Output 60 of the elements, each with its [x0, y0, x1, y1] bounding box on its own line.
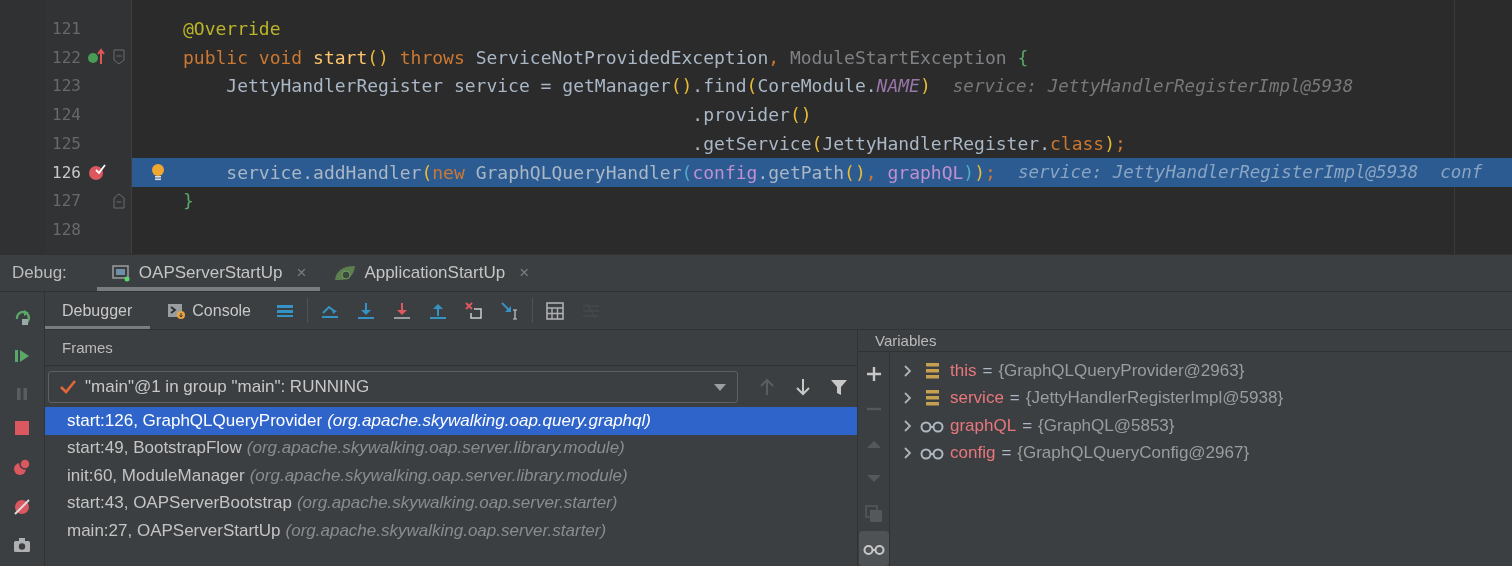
inline-value-hint: service: JettyHandlerRegisterImpl@5938 [1017, 162, 1419, 183]
check-icon [59, 378, 77, 396]
line-number: 123 [51, 76, 81, 96]
expand-chevron-icon[interactable] [902, 418, 914, 433]
stack-frame[interactable]: main:27, OAPServerStartUp (org.apache.skywalking.oap.server.starter) [45, 517, 857, 545]
rerun-icon[interactable] [13, 308, 31, 327]
force-step-into-icon[interactable] [393, 301, 411, 320]
inline-value-hint: conf [1440, 162, 1483, 183]
run-to-cursor-icon[interactable] [501, 301, 519, 320]
line-number: 124 [51, 105, 81, 125]
expand-chevron-icon[interactable] [902, 446, 914, 461]
camera-icon[interactable] [13, 535, 31, 554]
stop-icon[interactable] [13, 419, 31, 438]
code-line: service.addHandler(new GraphQLQueryHandler(config.getPath(), graphQL)); [225, 161, 996, 183]
expand-chevron-icon[interactable] [902, 391, 914, 406]
code-line: .getService(JettyHandlerRegister.class); [691, 132, 1126, 154]
stack-frame[interactable]: start:126, GraphQLQueryProvider (org.apache.skywalking.oap.query.graphql) [45, 407, 857, 435]
thread-dropdown[interactable]: "main"@1 in group "main": RUNNING [48, 371, 738, 403]
down-arrow-icon[interactable] [794, 378, 813, 396]
field-icon [923, 389, 941, 408]
panel-title: Variables [875, 332, 937, 349]
leaf-icon [334, 264, 357, 282]
debugger-tab[interactable]: Console [150, 292, 267, 329]
code-line: } [183, 190, 194, 212]
line-number: 125 [51, 133, 81, 153]
expand-chevron-icon[interactable] [902, 363, 914, 378]
line-number: 121 [51, 18, 81, 38]
variable-entry[interactable]: this = {GraphQLQueryProvider@2963} [944, 360, 1245, 381]
step-out-icon[interactable] [429, 301, 447, 320]
dropdown-caret-icon [712, 382, 727, 392]
debug-label: Debug: [11, 262, 68, 284]
session-tab[interactable]: ApplicationStartUp × [320, 255, 544, 291]
code-line: public void start() throws ServiceNotProvidedException, ModuleStartException { [183, 46, 1029, 68]
console-icon[interactable] [166, 301, 187, 320]
filter-icon[interactable] [830, 378, 849, 396]
stack-frame[interactable]: start:49, BootstrapFlow (org.apache.skywalking.oap.server.library.module) [45, 434, 857, 462]
code-line: .provider() [691, 104, 812, 126]
application-icon [110, 264, 131, 282]
inline-value-hint: service: JettyHandlerRegisterImpl@5938 [952, 75, 1354, 96]
calculator-icon[interactable] [546, 301, 564, 320]
line-number: 122 [51, 47, 81, 67]
mute-breakpoints-icon[interactable] [13, 497, 31, 516]
debugger-tab[interactable]: Debugger [45, 292, 151, 329]
stack-frame[interactable]: init:60, ModuleManager (org.apache.skywalking.oap.server.library.module) [45, 462, 857, 490]
variable-entry[interactable]: config = {GraphQLQueryConfig@2967} [944, 443, 1250, 464]
stack-frame[interactable]: start:43, OAPServerBootstrap (org.apache.skywalking.oap.server.starter) [45, 489, 857, 517]
breakpoints-icon[interactable] [13, 458, 31, 477]
code-line: @Override [183, 17, 281, 39]
panel-title: Frames [62, 339, 113, 356]
line-number: 126 [51, 162, 81, 182]
breakpoint-icon[interactable] [87, 163, 107, 182]
field-icon [923, 361, 941, 380]
code-line: JettyHandlerRegister service = getManager().find(CoreModule.NAME) [225, 75, 931, 97]
drop-frame-icon[interactable] [465, 301, 483, 320]
variable-entry[interactable]: graphQL = {GraphQL@5853} [944, 415, 1175, 436]
line-number: 128 [51, 220, 81, 240]
line-number: 127 [51, 191, 81, 211]
add-icon[interactable] [864, 364, 883, 383]
variable-entry[interactable]: service = {JettyHandlerRegisterImpl@5938} [944, 388, 1284, 409]
step-into-icon[interactable] [357, 301, 375, 320]
